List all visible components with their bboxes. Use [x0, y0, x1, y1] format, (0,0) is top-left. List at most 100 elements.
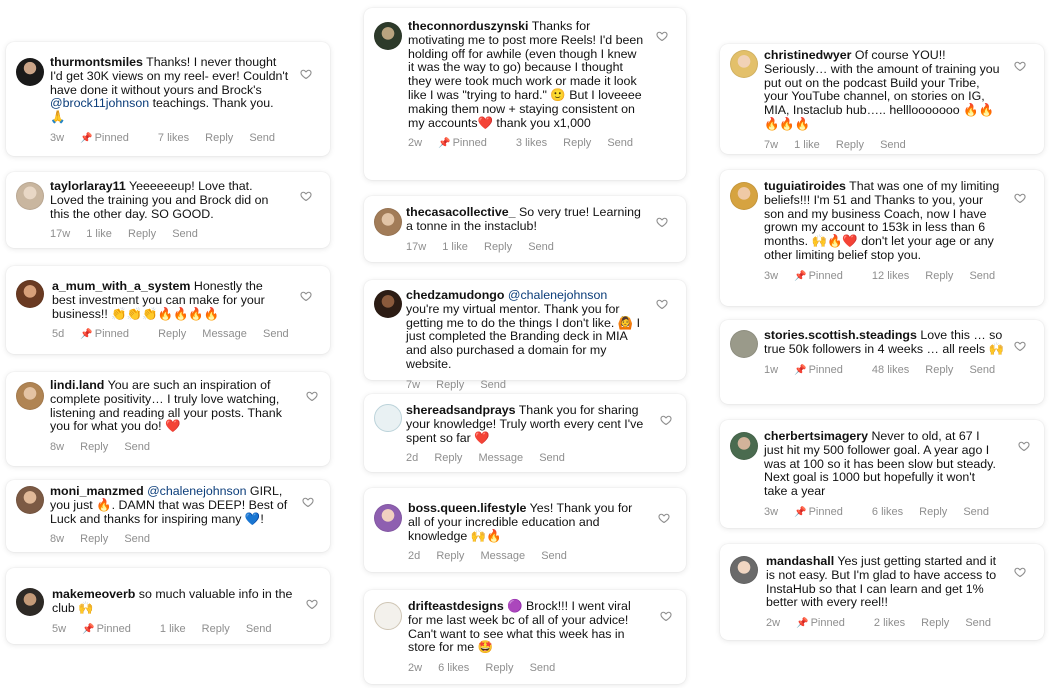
reply-button[interactable]: Reply: [80, 441, 108, 453]
reply-button[interactable]: Reply: [563, 137, 591, 149]
send-button[interactable]: Send: [246, 623, 272, 635]
likes-count[interactable]: 1 like: [160, 623, 186, 635]
avatar[interactable]: [730, 50, 758, 78]
send-button[interactable]: Send: [124, 441, 150, 453]
likes-count[interactable]: 12 likes: [872, 270, 909, 282]
likes-count[interactable]: 6 likes: [438, 662, 469, 674]
message-button[interactable]: Message: [481, 550, 526, 562]
reply-button[interactable]: Reply: [919, 506, 947, 518]
comment-username[interactable]: drifteastdesigns: [408, 599, 504, 613]
comment-username[interactable]: boss.queen.lifestyle: [408, 501, 526, 515]
heart-outline-icon[interactable]: [1014, 192, 1026, 204]
send-button[interactable]: Send: [528, 241, 554, 253]
avatar[interactable]: [16, 182, 44, 210]
comment-username[interactable]: theconnorduszynski: [408, 19, 528, 33]
heart-outline-icon[interactable]: [1014, 340, 1026, 352]
reply-button[interactable]: Reply: [925, 270, 953, 282]
comment-username[interactable]: mandashall: [766, 554, 834, 568]
send-button[interactable]: Send: [965, 617, 991, 629]
heart-outline-icon[interactable]: [1014, 60, 1026, 72]
heart-outline-icon[interactable]: [300, 190, 312, 202]
reply-button[interactable]: Reply: [128, 228, 156, 240]
send-button[interactable]: Send: [541, 550, 567, 562]
comment-username[interactable]: cherbertsimagery: [764, 429, 868, 443]
comment-username[interactable]: thecasacollective_: [406, 205, 516, 219]
heart-outline-icon[interactable]: [306, 598, 318, 610]
send-button[interactable]: Send: [480, 379, 506, 391]
likes-count[interactable]: 7 likes: [158, 132, 189, 144]
mention-link[interactable]: @brock11johnson: [50, 96, 149, 110]
comment-username[interactable]: stories.scottish.steadings: [764, 328, 917, 342]
message-button[interactable]: Message: [202, 328, 247, 340]
reply-button[interactable]: Reply: [158, 328, 186, 340]
avatar[interactable]: [730, 182, 758, 210]
reply-button[interactable]: Reply: [202, 623, 230, 635]
avatar[interactable]: [374, 208, 402, 236]
send-button[interactable]: Send: [969, 270, 995, 282]
send-button[interactable]: Send: [124, 533, 150, 545]
reply-button[interactable]: Reply: [434, 452, 462, 464]
likes-count[interactable]: 1 like: [794, 139, 820, 151]
send-button[interactable]: Send: [880, 139, 906, 151]
heart-outline-icon[interactable]: [656, 216, 668, 228]
comment-username[interactable]: thurmontsmiles: [50, 55, 143, 69]
avatar[interactable]: [730, 432, 758, 460]
comment-username[interactable]: shereadsandprays: [406, 403, 516, 417]
send-button[interactable]: Send: [607, 137, 633, 149]
comment-username[interactable]: taylorlaray11: [50, 179, 126, 193]
heart-outline-icon[interactable]: [300, 290, 312, 302]
reply-button[interactable]: Reply: [436, 550, 464, 562]
reply-button[interactable]: Reply: [205, 132, 233, 144]
send-button[interactable]: Send: [969, 364, 995, 376]
reply-button[interactable]: Reply: [485, 662, 513, 674]
heart-outline-icon[interactable]: [300, 68, 312, 80]
send-button[interactable]: Send: [263, 328, 289, 340]
avatar[interactable]: [16, 280, 44, 308]
avatar[interactable]: [16, 382, 44, 410]
comment-username[interactable]: a_mum_with_a_system: [52, 279, 190, 293]
avatar[interactable]: [730, 330, 758, 358]
avatar[interactable]: [374, 22, 402, 50]
heart-outline-icon[interactable]: [656, 298, 668, 310]
heart-outline-icon[interactable]: [306, 390, 318, 402]
reply-button[interactable]: Reply: [80, 533, 108, 545]
heart-outline-icon[interactable]: [1018, 440, 1030, 452]
avatar[interactable]: [374, 290, 402, 318]
send-button[interactable]: Send: [172, 228, 198, 240]
heart-outline-icon[interactable]: [660, 610, 672, 622]
comment-username[interactable]: moni_manzmed: [50, 484, 144, 498]
message-button[interactable]: Message: [479, 452, 524, 464]
send-button[interactable]: Send: [530, 662, 556, 674]
heart-outline-icon[interactable]: [658, 512, 670, 524]
comment-username[interactable]: makemeoverb: [52, 587, 135, 601]
avatar[interactable]: [730, 556, 758, 584]
heart-outline-icon[interactable]: [302, 496, 314, 508]
comment-username[interactable]: tuguiatiroides: [764, 179, 846, 193]
avatar[interactable]: [16, 486, 44, 514]
comment-username[interactable]: christinedwyer: [764, 48, 851, 62]
comment-username[interactable]: chedzamudongo: [406, 288, 504, 302]
likes-count[interactable]: 1 like: [442, 241, 468, 253]
mention-link[interactable]: @chalenejohnson: [147, 484, 246, 498]
likes-count[interactable]: 48 likes: [872, 364, 909, 376]
avatar[interactable]: [374, 504, 402, 532]
mention-link[interactable]: @chalenejohnson: [508, 288, 607, 302]
reply-button[interactable]: Reply: [836, 139, 864, 151]
reply-button[interactable]: Reply: [921, 617, 949, 629]
reply-button[interactable]: Reply: [925, 364, 953, 376]
reply-button[interactable]: Reply: [484, 241, 512, 253]
avatar[interactable]: [374, 602, 402, 630]
comment-username[interactable]: lindi.land: [50, 378, 104, 392]
likes-count[interactable]: 3 likes: [516, 137, 547, 149]
send-button[interactable]: Send: [249, 132, 275, 144]
likes-count[interactable]: 6 likes: [872, 506, 903, 518]
likes-count[interactable]: 1 like: [86, 228, 112, 240]
heart-outline-icon[interactable]: [656, 30, 668, 42]
avatar[interactable]: [374, 404, 402, 432]
likes-count[interactable]: 2 likes: [874, 617, 905, 629]
send-button[interactable]: Send: [539, 452, 565, 464]
heart-outline-icon[interactable]: [660, 414, 672, 426]
send-button[interactable]: Send: [963, 506, 989, 518]
avatar[interactable]: [16, 58, 44, 86]
heart-outline-icon[interactable]: [1014, 566, 1026, 578]
